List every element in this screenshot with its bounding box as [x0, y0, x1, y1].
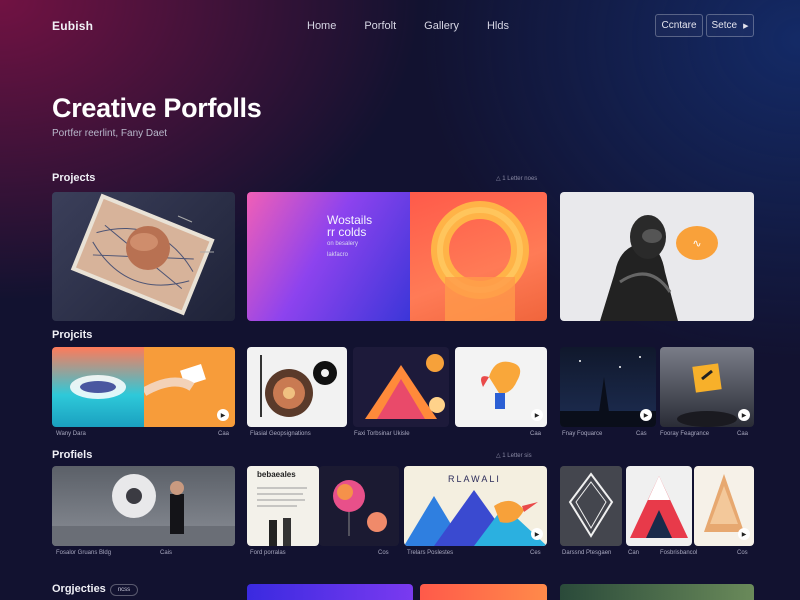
project-card-5-count: Cas [636, 431, 647, 437]
contact-button[interactable]: Ccntare [655, 14, 703, 37]
logo[interactable]: Eubish [52, 19, 93, 33]
featured-card-2-sub2: lakfacro [327, 252, 349, 258]
profile-card-5-count: Can [628, 550, 640, 556]
featured-card-2-gradient: Wostails rr colds on besalery lakfacro [247, 192, 410, 321]
nav-link-portfolio[interactable]: Porfolt [364, 20, 396, 32]
featured-card-2-sub1: on besalery [327, 241, 359, 247]
chevron-right-icon: ▶ [743, 22, 749, 30]
featured-card-1[interactable] [52, 192, 235, 321]
section-title-projects: Projects [52, 172, 96, 184]
profile-card-5[interactable] [560, 466, 622, 546]
profile-card-3[interactable] [319, 466, 399, 546]
project-card-3[interactable] [353, 347, 449, 427]
top-navigation: Eubish Home Porfolt Gallery Hlds Ccntare… [0, 0, 800, 52]
vinyl-art [260, 355, 337, 417]
mountain-art [365, 354, 445, 419]
objective-card-1[interactable] [247, 584, 413, 600]
section-meta-projects[interactable]: △ 1 Letter noes [496, 175, 537, 182]
section-meta-profiles[interactable]: △ 1 Letter sis [496, 452, 532, 459]
page-title: Creative Porfolls [52, 93, 262, 123]
nav-link-gallery[interactable]: Gallery [424, 20, 459, 32]
secondary-button[interactable]: Setce ▶ [706, 14, 754, 37]
poster-title: RLAWALI [448, 474, 501, 484]
featured-card-3[interactable]: ∿ [560, 192, 754, 321]
project-card-6[interactable]: ▶ [660, 347, 754, 427]
project-card-5-caption: Fnay Foquarce [562, 431, 603, 437]
diamond-art [560, 466, 622, 546]
profile-card-2[interactable]: bebaeales [247, 466, 319, 546]
profile-card-6-caption: Fosbrisbancol [660, 550, 698, 556]
section-chip[interactable]: ncss [110, 584, 138, 596]
section-title-objectives: Orgjecties [52, 583, 106, 595]
play-icon[interactable]: ▶ [738, 409, 750, 421]
nav-link-holds[interactable]: Hlds [487, 20, 509, 32]
featured-card-2-headline: Wostails rr colds on besalery lakfacro [327, 214, 372, 260]
studio-art [52, 474, 235, 546]
project-card-4[interactable]: ▶ [455, 347, 547, 427]
profile-card-2-caption: Ford porralas [250, 550, 286, 556]
contact-button-label: Ccntare [661, 20, 697, 31]
profile-card-2-count: Cos [378, 550, 389, 556]
project-card-1-count: Caa [218, 431, 230, 437]
project-card-4-count: Caa [530, 431, 542, 437]
play-icon[interactable]: ▶ [640, 409, 652, 421]
badge-art [70, 375, 126, 399]
section-title-profiles: Profiels [52, 449, 93, 461]
document-title: bebaeales [257, 470, 296, 479]
project-card-1-image [52, 347, 144, 427]
profile-card-5-caption: Darssnd Ptesgaen [562, 550, 612, 556]
profile-card-4-count: Ces [530, 550, 541, 556]
profile-card-4-caption: Trelars Poslestes [407, 550, 454, 556]
section-title-projects-2: Projcits [52, 329, 93, 341]
mountain-peak-art [630, 476, 688, 538]
project-card-5[interactable]: ▶ [560, 347, 656, 427]
profile-card-4[interactable]: RLAWALI ▶ [404, 466, 547, 546]
secondary-button-label: Setce [711, 20, 738, 31]
project-card-2[interactable] [247, 347, 347, 427]
featured-art-3 [600, 215, 678, 321]
abstract-rings-art [431, 201, 529, 321]
featured-card-2-art [410, 192, 547, 321]
featured-art-1 [70, 193, 215, 316]
project-card-2-caption: Flasial Geopsignations [250, 431, 311, 437]
play-icon[interactable]: ▶ [738, 528, 750, 540]
project-card-1[interactable]: ▶ [52, 347, 235, 427]
chat-bubble-icon: ∿ [676, 226, 718, 260]
project-card-6-caption: Fooray Feagrance [660, 431, 710, 437]
project-card-3-caption: Faxi Torbsinar Ukisle [354, 431, 410, 437]
profile-card-1-count: Cais [160, 550, 173, 556]
objective-card-2[interactable] [420, 584, 547, 600]
page-subtitle: Portfer reerlint, Fany Daet [52, 128, 168, 139]
balloons-art [333, 480, 387, 536]
objective-card-3[interactable] [560, 584, 754, 600]
profile-card-1[interactable] [52, 466, 235, 546]
play-icon[interactable]: ▶ [531, 528, 543, 540]
profile-card-6-count: Cos [737, 550, 748, 556]
nav-links: Home Porfolt Gallery Hlds [307, 20, 537, 32]
nav-link-home[interactable]: Home [307, 20, 336, 32]
project-card-6-count: Caa [737, 431, 749, 437]
play-icon[interactable]: ▶ [217, 409, 229, 421]
play-icon[interactable]: ▶ [531, 409, 543, 421]
project-card-1-caption: Wany Dara [56, 431, 86, 437]
profile-card-7[interactable]: ▶ [694, 466, 754, 546]
featured-card-2-line2: rr colds [327, 225, 367, 239]
featured-card-2[interactable]: Wostails rr colds on besalery lakfacro [247, 192, 547, 321]
profile-card-1-caption: Fosalor Gruans Bldg [56, 550, 112, 556]
profile-card-6[interactable] [626, 466, 692, 546]
